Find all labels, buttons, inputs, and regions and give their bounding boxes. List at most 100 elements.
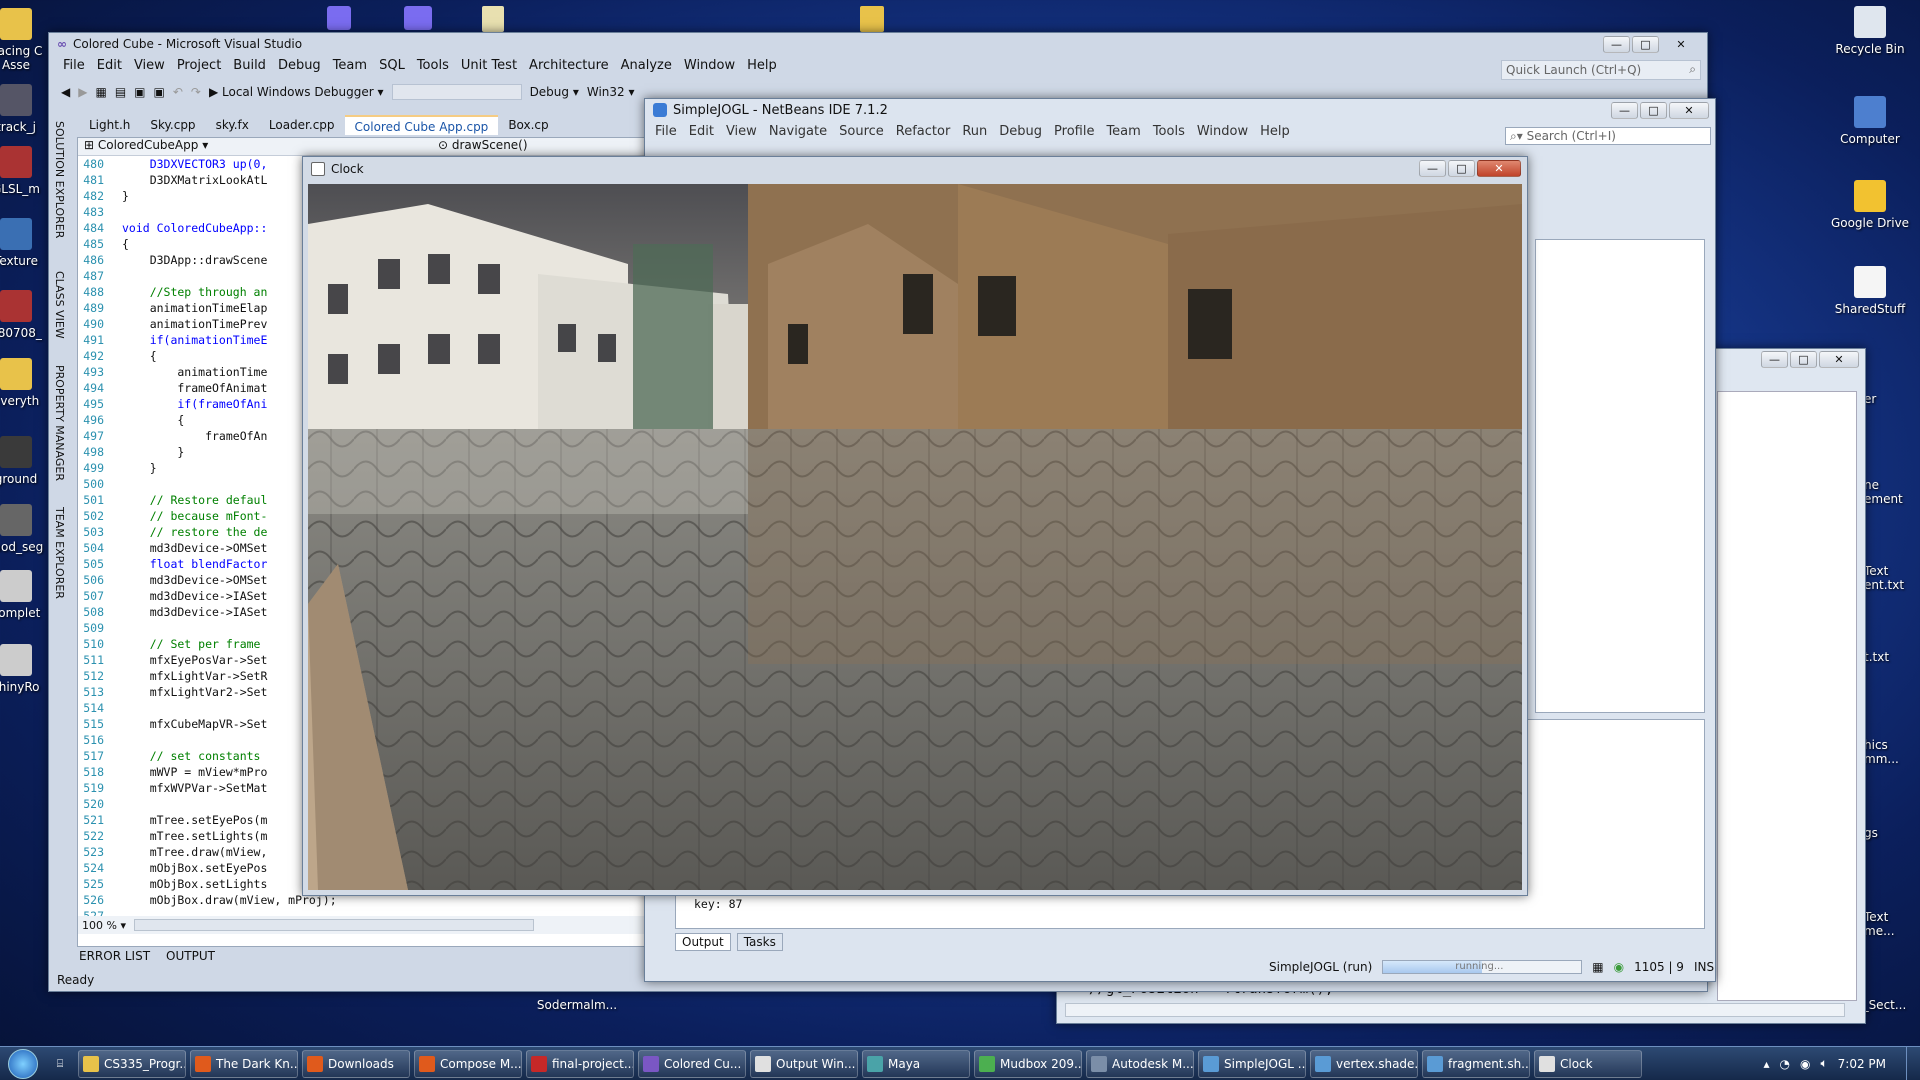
taskbar-button[interactable]: final-project... <box>526 1049 634 1078</box>
doc-tab[interactable]: sky.fx <box>206 115 259 135</box>
nb-search-box[interactable]: ⌕▾ Search (Ctrl+I) <box>1505 127 1711 145</box>
tray-volume-icon[interactable]: 🔈︎ <box>1820 1056 1827 1071</box>
vs-menu-architecture[interactable]: Architecture <box>523 58 615 73</box>
taskbar-button[interactable]: Autodesk M... <box>1086 1049 1194 1078</box>
desktop-partial-label[interactable]: ne ement <box>1864 478 1920 506</box>
clock-time[interactable]: 7:02 PM <box>1838 1057 1886 1071</box>
bottom-tab[interactable]: ERROR LIST <box>79 949 150 963</box>
desktop-partial-label[interactable]: gs <box>1864 826 1920 840</box>
vs-maximize-button[interactable]: □ <box>1632 36 1659 53</box>
nb-titlebar[interactable]: SimpleJOGL - NetBeans IDE 7.1.2 <box>645 99 1715 121</box>
show-desktop-button[interactable] <box>1906 1047 1920 1080</box>
empty-dropdown[interactable] <box>391 84 522 100</box>
taskbar-button[interactable]: SimpleJOGL ... <box>1198 1049 1306 1078</box>
nb-menu-navigate[interactable]: Navigate <box>763 124 833 139</box>
config-dropdown[interactable]: Debug ▾ <box>530 85 579 99</box>
vs-menu-unit-test[interactable]: Unit Test <box>455 58 523 73</box>
render-viewport[interactable] <box>308 184 1522 890</box>
hscroll[interactable] <box>133 919 534 931</box>
nb-menu-view[interactable]: View <box>720 124 763 139</box>
nb-close-button[interactable]: ✕ <box>1669 102 1709 119</box>
vs-minimize-button[interactable]: — <box>1603 36 1630 53</box>
cancel-run-icon[interactable]: ▦ <box>1592 960 1603 974</box>
tray-app-icon[interactable]: ◉ <box>1800 1057 1810 1071</box>
nb-menu-run[interactable]: Run <box>956 124 993 139</box>
platform-dropdown[interactable]: Win32 ▾ <box>587 85 635 99</box>
desktop-partial-label[interactable]: Text me... <box>1864 910 1920 938</box>
doc-tab[interactable]: Box.cp <box>498 115 558 135</box>
desktop-partial-label[interactable]: t.txt <box>1864 650 1920 664</box>
nb-menu-source[interactable]: Source <box>833 124 890 139</box>
start-button[interactable] <box>0 1047 46 1080</box>
nb-menu-edit[interactable]: Edit <box>683 124 720 139</box>
doc-tab[interactable]: Colored Cube App.cpp <box>344 115 499 135</box>
vs-menu-help[interactable]: Help <box>741 58 783 73</box>
nb-menu-profile[interactable]: Profile <box>1048 124 1100 139</box>
editor-area[interactable] <box>1717 391 1857 1001</box>
nb-menu-window[interactable]: Window <box>1191 124 1254 139</box>
clock-maximize-button[interactable]: □ <box>1448 160 1475 177</box>
desktop-partial-label[interactable]: hics mm... <box>1864 738 1920 766</box>
side-tab[interactable]: CLASS VIEW <box>53 271 66 339</box>
vs-menu-sql[interactable]: SQL <box>373 58 411 73</box>
taskbar-button[interactable]: Output Win... <box>750 1049 858 1078</box>
desktop-icon-top-3[interactable] <box>482 6 504 32</box>
nb-menu-debug[interactable]: Debug <box>993 124 1048 139</box>
nb-menu-team[interactable]: Team <box>1100 124 1146 139</box>
taskbar-button[interactable]: Downloads <box>302 1049 410 1078</box>
desktop-partial-label[interactable]: Text ent.txt <box>1864 564 1920 592</box>
taskbar-button[interactable]: Compose M... <box>414 1049 522 1078</box>
taskbar-button[interactable]: fragment.sh... <box>1422 1049 1530 1078</box>
save-all-icon[interactable]: ▣ <box>154 85 165 99</box>
taskbar-button[interactable]: Colored Cu... <box>638 1049 746 1078</box>
class-dropdown[interactable]: ⊞ ColoredCubeApp ▾ <box>78 138 438 155</box>
vs-titlebar[interactable]: ∞ Colored Cube - Microsoft Visual Studio <box>49 33 1707 55</box>
start-debugging-button[interactable]: ▶ Local Windows Debugger ▾ <box>209 85 384 99</box>
tray-arrow-icon[interactable]: ▴ <box>1763 1057 1769 1071</box>
vs-menu-build[interactable]: Build <box>227 58 272 73</box>
doc-tab[interactable]: Sky.cpp <box>140 115 205 135</box>
taskbar-button[interactable]: CS335_Progr... <box>78 1049 186 1078</box>
output-tab[interactable]: Tasks <box>736 933 783 951</box>
save-icon[interactable]: ▣ <box>134 85 145 99</box>
vs-menu-view[interactable]: View <box>128 58 171 73</box>
taskbar-button[interactable]: Mudbox 209... <box>974 1049 1082 1078</box>
vs-menu-file[interactable]: File <box>57 58 91 73</box>
nb-editor-panel[interactable] <box>1535 239 1705 713</box>
redo-icon[interactable]: ↷ <box>191 85 201 99</box>
open-icon[interactable]: ▤ <box>115 85 126 99</box>
desktop-partial-label[interactable]: er <box>1864 392 1920 406</box>
bottom-tab[interactable]: OUTPUT <box>166 949 215 963</box>
desktop-icon[interactable]: SharedStuff <box>1820 266 1920 316</box>
doc-tab[interactable]: Light.h <box>79 115 140 135</box>
zoom-dropdown[interactable]: 100 % ▾ <box>82 919 126 932</box>
desktop-icon-top-4[interactable] <box>860 6 884 32</box>
vs-close-button[interactable]: ✕ <box>1661 36 1701 53</box>
nb-menu-help[interactable]: Help <box>1254 124 1296 139</box>
member-dropdown[interactable]: ⊙ drawScene() <box>438 138 528 155</box>
clock-close-button[interactable]: ✕ <box>1477 160 1521 177</box>
desktop-icon-top-1[interactable] <box>327 6 351 30</box>
editor2-hscroll[interactable] <box>1065 1003 1845 1017</box>
clock-window[interactable]: Clock — □ ✕ <box>302 156 1528 896</box>
nb-maximize-button[interactable]: □ <box>1640 102 1667 119</box>
side-tab[interactable]: TEAM EXPLORER <box>53 507 66 599</box>
clock-minimize-button[interactable]: — <box>1419 160 1446 177</box>
vs-menu-analyze[interactable]: Analyze <box>615 58 678 73</box>
vs-menu-team[interactable]: Team <box>327 58 373 73</box>
desktop-icon[interactable]: Recycle Bin <box>1820 6 1920 56</box>
desktop-icon[interactable]: Google Drive <box>1820 180 1920 230</box>
minimize-button[interactable]: — <box>1761 351 1788 368</box>
output-tab[interactable]: Output <box>675 933 731 951</box>
taskbar-button[interactable]: Clock <box>1534 1049 1642 1078</box>
vs-menu-debug[interactable]: Debug <box>272 58 327 73</box>
clock-titlebar[interactable]: Clock <box>303 157 1527 181</box>
close-button[interactable]: ✕ <box>1819 351 1859 368</box>
desktop-icon-sodermalm[interactable]: Sodermalm... <box>512 998 642 1012</box>
taskbar-button[interactable]: Maya <box>862 1049 970 1078</box>
taskbar-button[interactable]: The Dark Kn... <box>190 1049 298 1078</box>
nb-menu-file[interactable]: File <box>649 124 683 139</box>
back-icon[interactable]: ◀ <box>61 85 70 99</box>
taskbar-button[interactable]: vertex.shade... <box>1310 1049 1418 1078</box>
undo-icon[interactable]: ↶ <box>173 85 183 99</box>
